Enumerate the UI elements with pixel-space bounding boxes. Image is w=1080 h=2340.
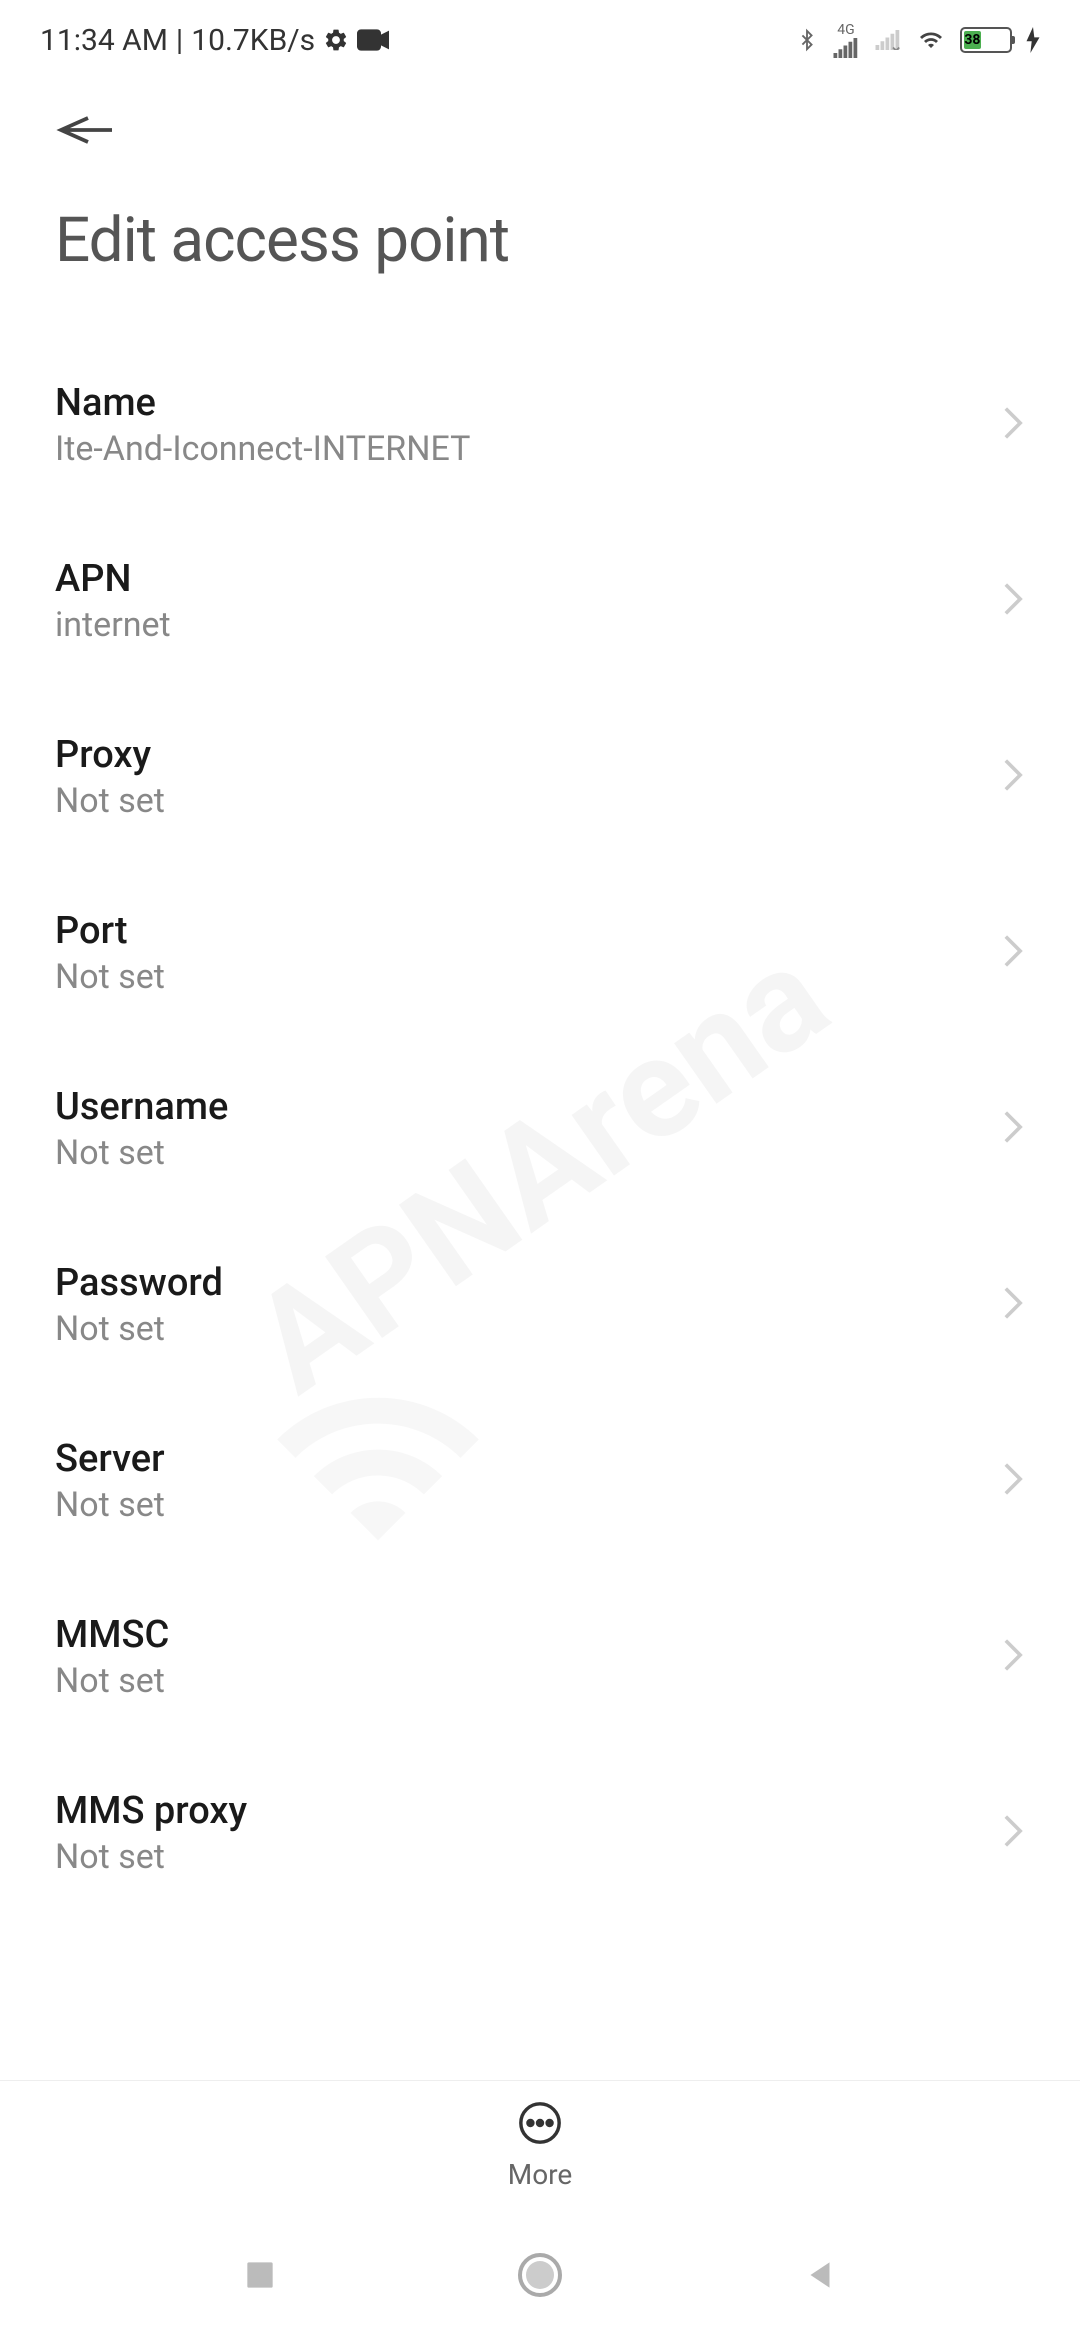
setting-server[interactable]: Server Not set	[0, 1393, 1080, 1569]
setting-label: Server	[55, 1437, 165, 1481]
setting-value: Not set	[55, 1133, 228, 1173]
signal-4g-icon: 4G	[832, 22, 860, 58]
nav-back-button[interactable]	[795, 2250, 845, 2300]
setting-value: Not set	[55, 1309, 223, 1349]
setting-value: Not set	[55, 1661, 169, 1701]
status-bar: 11:34 AM | 10.7KB/s 4G 38	[0, 0, 1080, 80]
status-bar-right: 4G 38	[796, 22, 1040, 58]
setting-label: Proxy	[55, 733, 165, 777]
charging-icon	[1026, 27, 1040, 53]
setting-value: internet	[55, 605, 171, 645]
setting-name[interactable]: Name Ite-And-Iconnect-INTERNET	[0, 337, 1080, 513]
back-button[interactable]	[55, 110, 115, 154]
setting-label: Username	[55, 1085, 228, 1129]
battery-icon: 38	[960, 27, 1012, 53]
setting-apn[interactable]: APN internet	[0, 513, 1080, 689]
battery-percent: 38	[964, 31, 981, 49]
setting-value: Not set	[55, 1485, 165, 1525]
setting-value: Not set	[55, 957, 165, 997]
chevron-right-icon	[1001, 1461, 1025, 1501]
chevron-right-icon	[1001, 1813, 1025, 1853]
bluetooth-icon	[796, 25, 818, 55]
setting-password[interactable]: Password Not set	[0, 1217, 1080, 1393]
setting-username[interactable]: Username Not set	[0, 1041, 1080, 1217]
setting-value: Ite-And-Iconnect-INTERNET	[55, 429, 470, 469]
signal-no-sim-icon	[874, 30, 902, 50]
system-nav-bar	[0, 2210, 1080, 2340]
gear-icon	[323, 27, 349, 53]
setting-proxy[interactable]: Proxy Not set	[0, 689, 1080, 865]
chevron-right-icon	[1001, 1109, 1025, 1149]
status-time: 11:34 AM	[40, 23, 168, 58]
chevron-right-icon	[1001, 581, 1025, 621]
bottom-toolbar: More	[0, 2080, 1080, 2210]
chevron-right-icon	[1001, 757, 1025, 797]
status-data-rate: 10.7KB/s	[191, 23, 315, 58]
setting-label: Port	[55, 909, 165, 953]
chevron-right-icon	[1001, 405, 1025, 445]
camera-icon	[357, 29, 389, 51]
chevron-right-icon	[1001, 933, 1025, 973]
status-separator: |	[176, 23, 183, 58]
setting-mms-proxy[interactable]: MMS proxy Not set	[0, 1745, 1080, 1921]
more-label: More	[508, 2158, 573, 2191]
setting-value: Not set	[55, 781, 165, 821]
page-header: Edit access point	[0, 80, 1080, 297]
setting-mmsc[interactable]: MMSC Not set	[0, 1569, 1080, 1745]
setting-value: Not set	[55, 1837, 247, 1877]
status-bar-left: 11:34 AM | 10.7KB/s	[40, 23, 389, 58]
nav-recent-button[interactable]	[235, 2250, 285, 2300]
nav-home-button[interactable]	[515, 2250, 565, 2300]
setting-label: Password	[55, 1261, 223, 1305]
wifi-icon	[916, 28, 946, 52]
more-button[interactable]	[517, 2100, 563, 2150]
setting-label: MMSC	[55, 1613, 169, 1657]
settings-list: Name Ite-And-Iconnect-INTERNET APN inter…	[0, 297, 1080, 2037]
setting-label: Name	[55, 381, 470, 425]
setting-port[interactable]: Port Not set	[0, 865, 1080, 1041]
page-title: Edit access point	[55, 204, 1025, 277]
chevron-right-icon	[1001, 1285, 1025, 1325]
chevron-right-icon	[1001, 1637, 1025, 1677]
setting-label: APN	[55, 557, 171, 601]
setting-label: MMS proxy	[55, 1789, 247, 1833]
